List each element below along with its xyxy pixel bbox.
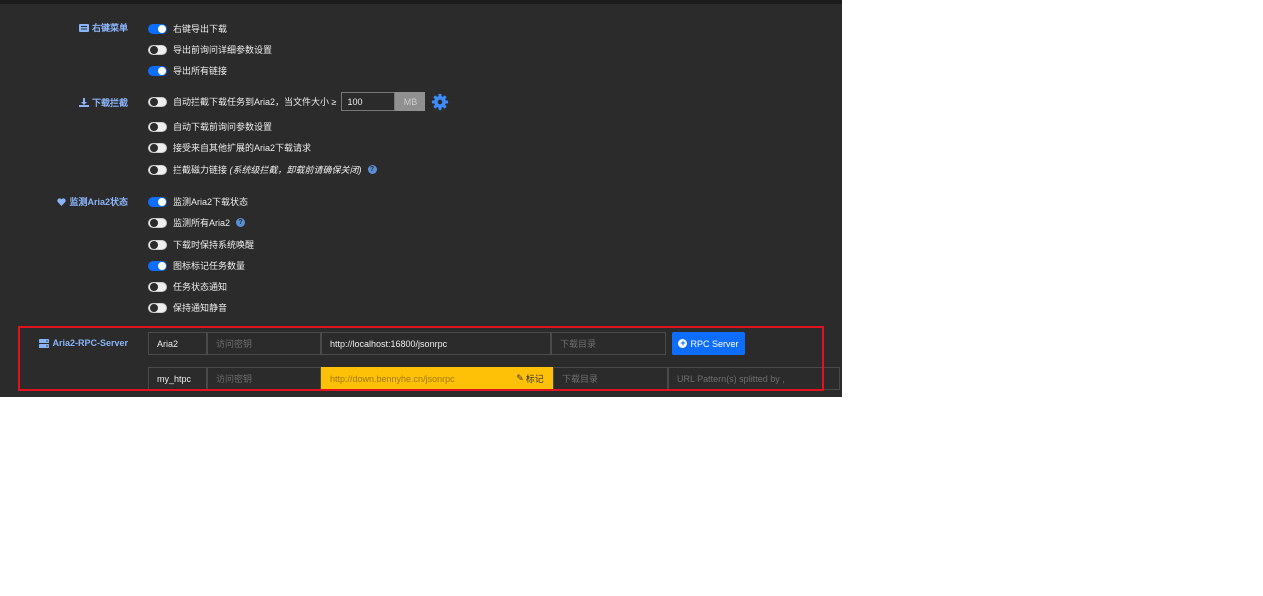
toggle-switch[interactable] bbox=[148, 260, 167, 271]
option-label: 接受来自其他扩展的Aria2下载请求 bbox=[173, 143, 312, 153]
option-label: 导出前询问详细参数设置 bbox=[173, 45, 273, 55]
unit-label: MB bbox=[395, 92, 426, 111]
annotation-highlight-box bbox=[18, 326, 824, 391]
gear-icon[interactable] bbox=[431, 93, 449, 111]
option-row: 图标标记任务数量 bbox=[148, 259, 245, 272]
option-label: 监测Aria2下载状态 bbox=[173, 197, 249, 207]
option-row: 自动拦截下载任务到Aria2，当文件大小 ≥ 100 MB bbox=[148, 92, 449, 111]
option-row: 右键导出下载 bbox=[148, 22, 227, 35]
menu-icon bbox=[78, 23, 89, 32]
option-row: 自动下载前询问参数设置 bbox=[148, 120, 272, 133]
option-label: 图标标记任务数量 bbox=[173, 261, 246, 271]
toggle-switch[interactable] bbox=[148, 65, 167, 76]
option-row: 导出所有链接 bbox=[148, 64, 227, 77]
section-label: 监测Aria2状态 bbox=[69, 197, 128, 207]
option-label: 自动下载前询问参数设置 bbox=[173, 122, 273, 132]
option-label: 任务状态通知 bbox=[173, 282, 228, 292]
option-row: 监测所有Aria2 ? bbox=[148, 216, 246, 229]
option-row: 任务状态通知 bbox=[148, 280, 227, 293]
toggle-switch[interactable] bbox=[148, 44, 167, 55]
option-row: 接受来自其他扩展的Aria2下载请求 bbox=[148, 141, 311, 154]
section-context-menu: 右键菜单 bbox=[78, 21, 128, 34]
toggle-switch[interactable] bbox=[148, 281, 167, 292]
toggle-switch[interactable] bbox=[148, 239, 167, 250]
option-text: 拦截磁力链接 bbox=[173, 165, 228, 175]
toggle-switch[interactable] bbox=[148, 217, 167, 228]
option-row: 下载时保持系统唤醒 bbox=[148, 238, 254, 251]
option-label: 下载时保持系统唤醒 bbox=[173, 240, 255, 250]
option-row: 拦截磁力链接 (系统级拦截，卸载前请确保关闭) ? bbox=[148, 163, 377, 176]
help-icon[interactable]: ? bbox=[236, 218, 246, 227]
option-row: 监测Aria2下载状态 bbox=[148, 195, 248, 208]
option-row: 导出前询问详细参数设置 bbox=[148, 43, 272, 56]
section-monitor: 监测Aria2状态 bbox=[57, 195, 128, 208]
toggle-switch[interactable] bbox=[148, 196, 167, 207]
option-row: 保持通知静音 bbox=[148, 301, 227, 314]
section-label: 下载拦截 bbox=[91, 98, 128, 108]
option-label: 拦截磁力链接 (系统级拦截，卸载前请确保关闭) bbox=[173, 163, 362, 176]
option-label: 自动拦截下载任务到Aria2，当文件大小 ≥ bbox=[173, 97, 337, 107]
toggle-switch[interactable] bbox=[148, 23, 167, 34]
toggle-switch[interactable] bbox=[148, 142, 167, 153]
file-size-input[interactable]: 100 bbox=[341, 92, 396, 111]
help-icon[interactable]: ? bbox=[367, 165, 377, 174]
heart-icon bbox=[57, 197, 67, 206]
option-note: (系统级拦截，卸载前请确保关闭) bbox=[229, 165, 362, 175]
settings-panel: 右键菜单 右键导出下载 导出前询问详细参数设置 导出所有链接 下载拦截 自动拦截… bbox=[0, 0, 842, 397]
toggle-switch[interactable] bbox=[148, 121, 167, 132]
option-label: 保持通知静音 bbox=[173, 303, 228, 313]
option-label: 右键导出下载 bbox=[173, 24, 228, 34]
toggle-switch[interactable] bbox=[148, 164, 167, 175]
option-label: 监测所有Aria2 bbox=[173, 218, 231, 228]
section-download-intercept: 下载拦截 bbox=[78, 96, 128, 109]
download-icon bbox=[78, 98, 89, 107]
toggle-switch[interactable] bbox=[148, 302, 167, 313]
section-label: 右键菜单 bbox=[91, 23, 128, 33]
option-label: 导出所有链接 bbox=[173, 66, 228, 76]
toggle-switch[interactable] bbox=[148, 96, 167, 107]
top-bar bbox=[0, 0, 842, 4]
